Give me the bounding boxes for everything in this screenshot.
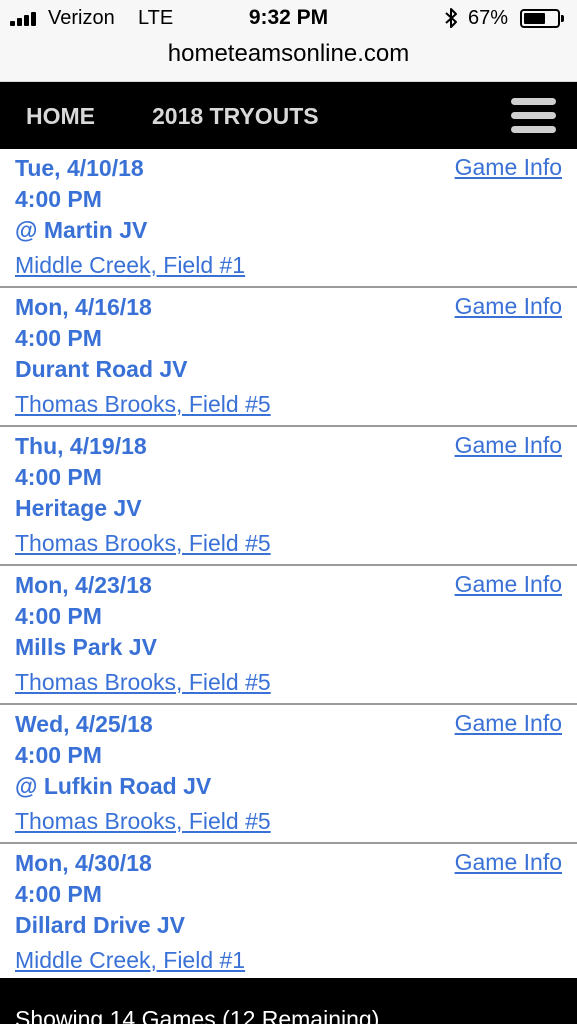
game-location-link[interactable]: Thomas Brooks, Field #5: [15, 530, 271, 557]
game-time: 4:00 PM: [15, 325, 102, 351]
game-location-link[interactable]: Thomas Brooks, Field #5: [15, 669, 271, 696]
game-opponent: @ Lufkin Road JV: [15, 773, 212, 799]
game-row: Mon, 4/30/18 4:00 PM Dillard Drive JV Mi…: [0, 844, 577, 983]
game-info-link[interactable]: Game Info: [455, 293, 562, 320]
url-text[interactable]: hometeamsonline.com: [168, 40, 409, 68]
top-nav: HOME 2018 TRYOUTS: [0, 82, 577, 149]
status-bar: Verizon LTE 9:32 PM 67%: [0, 0, 577, 36]
battery-tip: [561, 15, 564, 22]
game-location-link[interactable]: Middle Creek, Field #1: [15, 947, 245, 974]
nav-tryouts-link[interactable]: 2018 TRYOUTS: [152, 103, 319, 130]
game-info-link[interactable]: Game Info: [455, 154, 562, 181]
hamburger-menu-icon[interactable]: [511, 98, 556, 134]
games-summary-bar: Showing 14 Games (12 Remaining): [0, 978, 577, 1024]
game-row: Mon, 4/16/18 4:00 PM Durant Road JV Thom…: [0, 288, 577, 427]
game-row: Thu, 4/19/18 4:00 PM Heritage JV Thomas …: [0, 427, 577, 566]
game-info-link[interactable]: Game Info: [455, 849, 562, 876]
game-list: Tue, 4/10/18 4:00 PM @ Martin JV Middle …: [0, 149, 577, 983]
game-opponent: @ Martin JV: [15, 217, 148, 243]
game-time: 4:00 PM: [15, 464, 102, 490]
game-location-link[interactable]: Thomas Brooks, Field #5: [15, 391, 271, 418]
battery-percent: 67%: [468, 7, 509, 29]
game-location-link[interactable]: Thomas Brooks, Field #5: [15, 808, 271, 835]
game-opponent: Heritage JV: [15, 495, 142, 521]
game-time: 4:00 PM: [15, 603, 102, 629]
game-time: 4:00 PM: [15, 186, 102, 212]
nav-home-link[interactable]: HOME: [26, 103, 95, 130]
game-info-link[interactable]: Game Info: [455, 710, 562, 737]
game-time: 4:00 PM: [15, 881, 102, 907]
game-info-link[interactable]: Game Info: [455, 571, 562, 598]
game-date: Thu, 4/19/18: [15, 433, 147, 459]
battery-icon: [520, 9, 560, 28]
game-time: 4:00 PM: [15, 742, 102, 768]
game-row: Mon, 4/23/18 4:00 PM Mills Park JV Thoma…: [0, 566, 577, 705]
address-bar[interactable]: hometeamsonline.com: [0, 36, 577, 82]
games-summary-text: Showing 14 Games (12 Remaining): [15, 1006, 380, 1024]
game-date: Wed, 4/25/18: [15, 711, 153, 737]
game-date: Mon, 4/23/18: [15, 572, 152, 598]
game-opponent: Dillard Drive JV: [15, 912, 186, 938]
game-info-link[interactable]: Game Info: [455, 432, 562, 459]
game-opponent: Mills Park JV: [15, 634, 157, 660]
bluetooth-icon: [445, 8, 457, 28]
game-date: Tue, 4/10/18: [15, 155, 144, 181]
game-date: Mon, 4/30/18: [15, 850, 152, 876]
game-opponent: Durant Road JV: [15, 356, 188, 382]
game-row: Tue, 4/10/18 4:00 PM @ Martin JV Middle …: [0, 149, 577, 288]
game-row: Wed, 4/25/18 4:00 PM @ Lufkin Road JV Th…: [0, 705, 577, 844]
game-location-link[interactable]: Middle Creek, Field #1: [15, 252, 245, 279]
game-date: Mon, 4/16/18: [15, 294, 152, 320]
